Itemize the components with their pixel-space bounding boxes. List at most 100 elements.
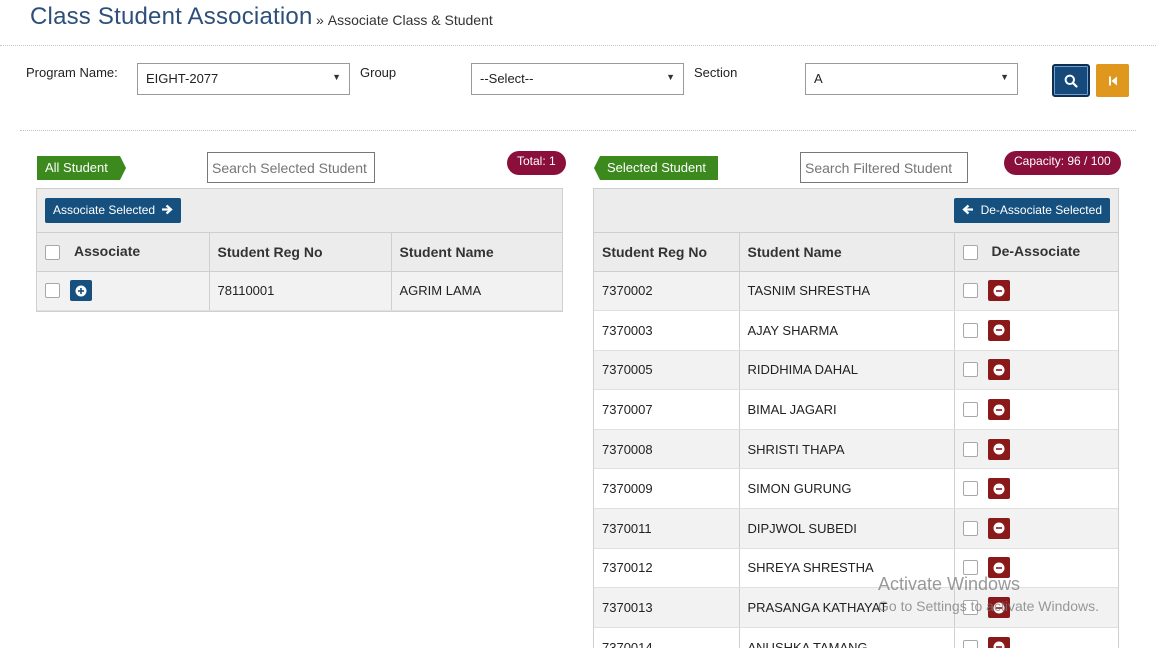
- row-checkbox[interactable]: [962, 322, 978, 338]
- student-name-cell: SHRISTI THAPA: [739, 429, 955, 470]
- deassociate-selected-label: De-Associate Selected: [980, 203, 1102, 217]
- reg-no-cell: 7370007: [594, 389, 740, 430]
- student-name-cell: TASNIM SHRESTHA: [739, 271, 955, 312]
- row-checkbox[interactable]: [962, 362, 978, 378]
- table-row: 7370005 RIDDHIMA DAHAL: [594, 350, 1118, 391]
- deassociate-cell: [954, 310, 1118, 351]
- minus-circle-icon: [993, 562, 1004, 574]
- deassociate-cell: [954, 627, 1118, 648]
- associate-student-button[interactable]: [70, 280, 92, 302]
- page-title: Class Student Association: [30, 3, 313, 30]
- minus-circle-icon: [993, 641, 1004, 648]
- deassociate-student-button[interactable]: [987, 319, 1010, 341]
- row-checkbox[interactable]: [962, 283, 978, 299]
- program-label: Program Name:: [26, 65, 118, 80]
- reg-no-cell: 7370014: [594, 627, 740, 648]
- table-row: 7370007 BIMAL JAGARI: [594, 389, 1118, 430]
- breadcrumb-current: Associate Class & Student: [327, 12, 493, 28]
- deassociate-student-button[interactable]: [987, 359, 1010, 381]
- reg-no-cell: 7370003: [594, 310, 740, 351]
- program-select[interactable]: EIGHT-2077 ▼: [137, 63, 350, 95]
- select-all-checkbox[interactable]: [962, 245, 978, 261]
- section-select-value: A: [814, 71, 823, 86]
- reg-no-column-header[interactable]: Student Reg No: [594, 233, 740, 272]
- deassociate-cell: [954, 429, 1118, 470]
- all-student-tag: All Student: [37, 156, 126, 180]
- capacity-badge: Capacity: 96 / 100: [1004, 151, 1121, 175]
- reset-button[interactable]: [1096, 64, 1129, 97]
- select-all-checkbox[interactable]: [45, 245, 60, 261]
- minus-circle-icon: [993, 285, 1004, 297]
- group-label: Group: [360, 65, 397, 80]
- table-row: 7370012 SHREYA SHRESTHA: [594, 548, 1118, 589]
- student-name-cell: DIPJWOL SUBEDI: [739, 508, 955, 549]
- deassociate-cell: [954, 508, 1118, 549]
- reg-no-cell: 7370011: [594, 508, 740, 549]
- deassociate-selected-button[interactable]: De-Associate Selected: [954, 198, 1110, 223]
- column-label: De-Associate: [991, 243, 1081, 260]
- section-select[interactable]: A ▼: [805, 63, 1018, 95]
- associate-cell: [37, 271, 210, 312]
- table-header-row: Student Reg No Student Name De-Associate: [594, 233, 1118, 272]
- row-checkbox[interactable]: [962, 402, 978, 418]
- section-divider: [20, 130, 1136, 131]
- reg-no-cell: 7370013: [594, 587, 740, 628]
- group-select[interactable]: --Select-- ▼: [471, 63, 684, 95]
- deassociate-student-button[interactable]: [987, 517, 1010, 539]
- chevron-down-icon: ▼: [1000, 72, 1009, 82]
- student-name-cell: AGRIM LAMA: [391, 271, 562, 312]
- breadcrumb-separator: »: [316, 12, 324, 28]
- skip-first-icon: [1108, 76, 1117, 85]
- selected-student-panel: De-Associate Selected Student Reg No Stu…: [593, 188, 1119, 648]
- activate-windows-subtitle: Go to Settings to activate Windows.: [878, 598, 1099, 614]
- deassociate-cell: [954, 271, 1118, 312]
- selected-student-tag: Selected Student: [593, 156, 719, 180]
- row-checkbox[interactable]: [45, 283, 60, 299]
- table-row: 7370009 SIMON GURUNG: [594, 468, 1118, 510]
- table-row: 7370008 SHRISTI THAPA: [594, 429, 1118, 470]
- student-name-column-header[interactable]: Student Name: [391, 233, 562, 272]
- deassociate-student-button[interactable]: [987, 478, 1010, 500]
- row-checkbox[interactable]: [962, 481, 978, 497]
- search-button[interactable]: [1052, 64, 1090, 97]
- table-row: 7370011 DIPJWOL SUBEDI: [594, 508, 1118, 549]
- deassociate-student-button[interactable]: [987, 399, 1010, 421]
- student-name-cell: SIMON GURUNG: [739, 468, 955, 510]
- arrow-left-icon: [962, 204, 974, 215]
- selected-student-table: Student Reg No Student Name De-Associate…: [594, 233, 1118, 648]
- table-row: 7370002 TASNIM SHRESTHA: [594, 271, 1118, 312]
- table-header-row: Associate Student Reg No Student Name: [37, 233, 562, 272]
- reg-no-column-header[interactable]: Student Reg No: [209, 233, 392, 272]
- row-checkbox[interactable]: [962, 441, 978, 457]
- search-selected-student-input[interactable]: [207, 152, 375, 183]
- associate-selected-button[interactable]: Associate Selected: [45, 198, 182, 223]
- search-filtered-student-input[interactable]: [800, 152, 968, 183]
- row-checkbox[interactable]: [962, 639, 978, 648]
- row-checkbox[interactable]: [962, 520, 978, 536]
- page-header: Class Student Association » Associate Cla…: [0, 0, 1156, 46]
- selected-student-toolbar: De-Associate Selected: [594, 189, 1118, 233]
- minus-circle-icon: [993, 404, 1004, 416]
- column-label: Associate: [74, 243, 141, 260]
- table-row: 78110001 AGRIM LAMA: [37, 271, 562, 312]
- minus-circle-icon: [993, 364, 1004, 376]
- chevron-down-icon: ▼: [332, 72, 341, 82]
- deassociate-student-button[interactable]: [987, 280, 1010, 302]
- minus-circle-icon: [993, 522, 1004, 534]
- student-name-column-header[interactable]: Student Name: [739, 233, 955, 272]
- table-row: 7370003 AJAY SHARMA: [594, 310, 1118, 351]
- selected-student-rows: 7370002 TASNIM SHRESTHA 7370003 AJAY SHARMA…: [594, 271, 1118, 648]
- deassociate-cell: [954, 389, 1118, 430]
- student-name-cell: ANUSHKA TAMANG: [739, 627, 955, 648]
- reg-no-cell: 7370012: [594, 548, 740, 589]
- deassociate-student-button[interactable]: [987, 438, 1010, 460]
- reg-no-cell: 7370009: [594, 468, 740, 510]
- reg-no-cell: 7370005: [594, 350, 740, 391]
- arrow-right-icon: [162, 204, 174, 215]
- deassociate-cell: [954, 468, 1118, 510]
- minus-circle-icon: [993, 443, 1004, 455]
- associate-column-header: Associate: [37, 233, 210, 272]
- deassociate-student-button[interactable]: [987, 636, 1010, 648]
- reg-no-cell: 7370002: [594, 271, 740, 312]
- student-name-cell: AJAY SHARMA: [739, 310, 955, 351]
